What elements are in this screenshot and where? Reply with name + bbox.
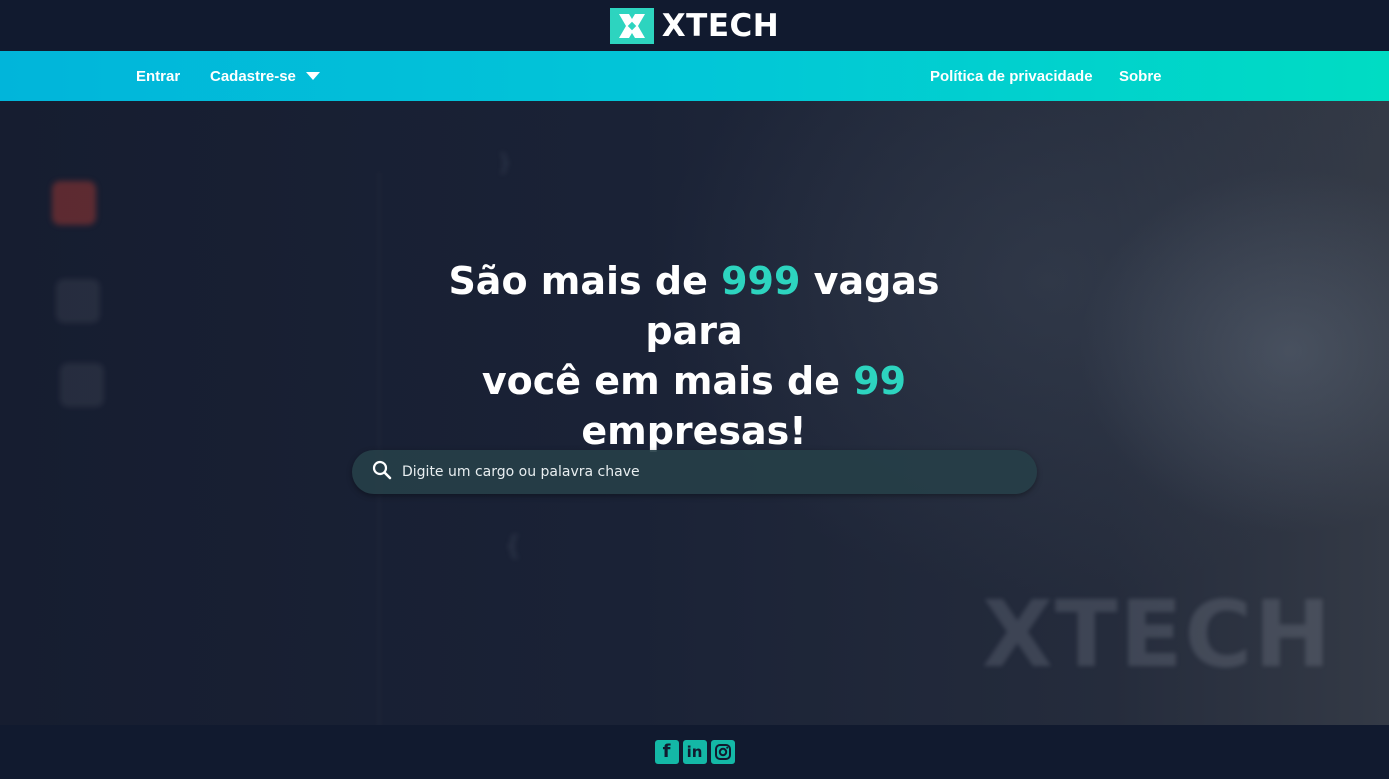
instagram-icon[interactable] — [710, 740, 735, 764]
nav-about-label: Sobre — [1119, 67, 1162, 85]
logo-mark-icon — [609, 7, 654, 44]
background-code-blur: { — [505, 531, 521, 561]
nav-signup-label: Cadastre-se — [210, 67, 296, 85]
background-blur-shape — [52, 181, 96, 225]
vagas-count: 999 — [721, 259, 801, 303]
background-blur-shape — [60, 363, 104, 407]
top-header: XTECH — [0, 0, 1389, 51]
headline-text: você em mais de — [481, 359, 854, 403]
nav-login-label: Entrar — [136, 67, 181, 85]
background-code-blur: } — [498, 151, 512, 176]
facebook-glyph: f — [662, 741, 671, 762]
headline-text: São mais de — [448, 259, 722, 303]
background-blur-shape — [56, 279, 100, 323]
background-watermark: XTECH — [982, 581, 1334, 688]
search-input[interactable] — [402, 464, 1002, 480]
search-bar[interactable] — [352, 450, 1037, 494]
background-panel — [40, 171, 380, 725]
linkedin-icon[interactable]: in — [682, 740, 707, 764]
nav-privacy-link[interactable]: Política de privacidade — [930, 51, 1093, 101]
hero-section: } { XTECH São mais de 999 vagas para voc… — [0, 101, 1389, 725]
linkedin-glyph: in — [686, 743, 703, 761]
footer: f in — [0, 725, 1389, 779]
headline-text: empresas! — [581, 409, 807, 453]
nav-login-link[interactable]: Entrar — [136, 51, 180, 101]
hero-headline: São mais de 999 vagas para você em mais … — [394, 256, 994, 456]
empresas-count: 99 — [853, 359, 907, 403]
chevron-down-icon — [305, 72, 320, 80]
facebook-icon[interactable]: f — [654, 740, 679, 764]
nav-signup-dropdown[interactable]: Cadastre-se — [210, 51, 320, 101]
logo-text: XTECH — [661, 7, 780, 44]
nav-privacy-label: Política de privacidade — [930, 67, 1093, 85]
search-icon[interactable] — [372, 460, 392, 485]
logo[interactable]: XTECH — [609, 7, 780, 44]
main-nav: Entrar Cadastre-se Política de privacida… — [0, 51, 1389, 101]
nav-about-link[interactable]: Sobre — [1119, 51, 1162, 101]
